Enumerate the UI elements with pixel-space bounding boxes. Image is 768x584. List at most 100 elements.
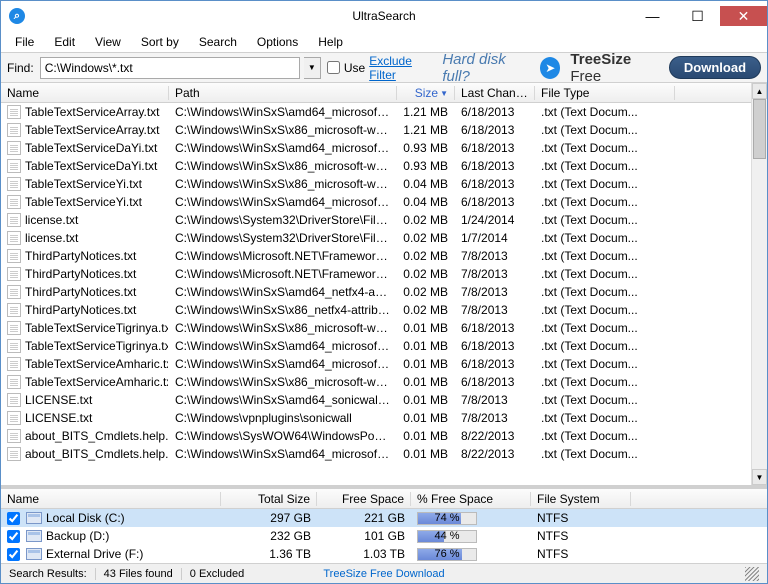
file-name: ThirdPartyNotices.txt [25, 267, 136, 281]
file-last-change: 6/18/2013 [455, 123, 535, 137]
table-row[interactable]: ThirdPartyNotices.txt C:\Windows\WinSxS\… [1, 301, 751, 319]
dcol-pct-free[interactable]: % Free Space [411, 492, 531, 506]
table-row[interactable]: TableTextServiceDaYi.txt C:\Windows\WinS… [1, 157, 751, 175]
find-toolbar: Find: ▼ Use Exclude Filter Hard disk ful… [1, 53, 767, 83]
table-row[interactable]: TableTextServiceDaYi.txt C:\Windows\WinS… [1, 139, 751, 157]
drive-file-system: NTFS [531, 547, 631, 561]
file-last-change: 7/8/2013 [455, 411, 535, 425]
col-last-change[interactable]: Last Change [455, 86, 535, 100]
promo-question: Hard disk full? [442, 51, 530, 85]
col-file-type[interactable]: File Type [535, 86, 675, 100]
table-row[interactable]: ThirdPartyNotices.txt C:\Windows\Microso… [1, 247, 751, 265]
drive-name: Backup (D:) [46, 529, 109, 543]
file-type: .txt (Text Docum... [535, 231, 675, 245]
file-type: .txt (Text Docum... [535, 267, 675, 281]
find-input[interactable] [40, 57, 300, 79]
file-path: C:\Windows\WinSxS\x86_microsoft-windows-… [169, 321, 397, 335]
vertical-scrollbar[interactable]: ▲ ▼ [751, 83, 767, 485]
menu-search[interactable]: Search [191, 33, 245, 51]
file-name: TableTextServiceTigrinya.txt [25, 321, 169, 335]
results-table[interactable]: Name Path Size▼ Last Change File Type Ta… [1, 83, 751, 485]
table-row[interactable]: license.txt C:\Windows\System32\DriverSt… [1, 229, 751, 247]
drive-checkbox[interactable] [7, 530, 20, 543]
file-icon [7, 267, 21, 281]
file-last-change: 8/22/2013 [455, 447, 535, 461]
file-name: license.txt [25, 231, 78, 245]
table-row[interactable]: TableTextServiceYi.txt C:\Windows\WinSxS… [1, 175, 751, 193]
file-name: LICENSE.txt [25, 411, 92, 425]
file-type: .txt (Text Docum... [535, 159, 675, 173]
file-icon [7, 141, 21, 155]
scroll-down-button[interactable]: ▼ [752, 469, 767, 485]
drive-row[interactable]: External Drive (F:) 1.36 TB 1.03 TB 76 %… [1, 545, 767, 563]
find-dropdown-button[interactable]: ▼ [304, 57, 321, 79]
resize-grip[interactable] [745, 567, 759, 581]
file-icon [7, 177, 21, 191]
col-size[interactable]: Size▼ [397, 86, 455, 100]
file-last-change: 6/18/2013 [455, 177, 535, 191]
use-label: Use [344, 61, 365, 75]
col-path[interactable]: Path [169, 86, 397, 100]
dcol-free-space[interactable]: Free Space [317, 492, 411, 506]
col-name[interactable]: Name [1, 86, 169, 100]
file-type: .txt (Text Docum... [535, 213, 675, 227]
table-row[interactable]: license.txt C:\Windows\System32\DriverSt… [1, 211, 751, 229]
file-path: C:\Windows\WinSxS\amd64_netfx4-attributi… [169, 285, 397, 299]
exclude-filter-link[interactable]: Exclude Filter [369, 54, 438, 82]
file-last-change: 6/18/2013 [455, 339, 535, 353]
file-type: .txt (Text Docum... [535, 177, 675, 191]
status-treesize-link[interactable]: TreeSize Free Download [323, 568, 444, 580]
menu-view[interactable]: View [87, 33, 129, 51]
drive-row[interactable]: Backup (D:) 232 GB 101 GB 44 % NTFS [1, 527, 767, 545]
dcol-file-system[interactable]: File System [531, 492, 631, 506]
file-icon [7, 195, 21, 209]
menu-help[interactable]: Help [310, 33, 351, 51]
drives-panel: Name Total Size Free Space % Free Space … [1, 488, 767, 563]
table-row[interactable]: about_BITS_Cmdlets.help.txt C:\Windows\S… [1, 427, 751, 445]
close-button[interactable]: ✕ [720, 6, 767, 26]
table-row[interactable]: TableTextServiceYi.txt C:\Windows\WinSxS… [1, 193, 751, 211]
drive-pct-free: 44 % [411, 529, 531, 543]
table-row[interactable]: TableTextServiceAmharic.txt C:\Windows\W… [1, 373, 751, 391]
table-row[interactable]: ThirdPartyNotices.txt C:\Windows\WinSxS\… [1, 283, 751, 301]
exclude-filter-checkbox[interactable] [327, 61, 340, 74]
menu-edit[interactable]: Edit [46, 33, 83, 51]
minimize-button[interactable]: — [630, 6, 675, 26]
table-row[interactable]: LICENSE.txt C:\Windows\WinSxS\amd64_soni… [1, 391, 751, 409]
table-row[interactable]: TableTextServiceTigrinya.txt C:\Windows\… [1, 319, 751, 337]
dcol-total-size[interactable]: Total Size [221, 492, 317, 506]
drive-checkbox[interactable] [7, 548, 20, 561]
drive-name: Local Disk (C:) [46, 511, 125, 525]
file-path: C:\Windows\vpnplugins\sonicwall [169, 411, 397, 425]
table-row[interactable]: TableTextServiceAmharic.txt C:\Windows\W… [1, 355, 751, 373]
menu-options[interactable]: Options [249, 33, 306, 51]
table-row[interactable]: TableTextServiceTigrinya.txt C:\Windows\… [1, 337, 751, 355]
file-icon [7, 249, 21, 263]
table-row[interactable]: TableTextServiceArray.txt C:\Windows\Win… [1, 103, 751, 121]
maximize-button[interactable]: ☐ [675, 6, 720, 26]
file-size: 0.93 MB [397, 159, 455, 173]
drive-row[interactable]: Local Disk (C:) 297 GB 221 GB 74 % NTFS [1, 509, 767, 527]
file-type: .txt (Text Docum... [535, 285, 675, 299]
menu-sort-by[interactable]: Sort by [133, 33, 187, 51]
scroll-thumb[interactable] [753, 99, 766, 159]
file-size: 1.21 MB [397, 123, 455, 137]
drive-checkbox[interactable] [7, 512, 20, 525]
scroll-up-button[interactable]: ▲ [752, 83, 767, 99]
file-icon [7, 447, 21, 461]
file-icon [7, 159, 21, 173]
file-size: 0.01 MB [397, 447, 455, 461]
table-row[interactable]: TableTextServiceArray.txt C:\Windows\Win… [1, 121, 751, 139]
table-row[interactable]: about_BITS_Cmdlets.help.txt C:\Windows\W… [1, 445, 751, 463]
table-row[interactable]: LICENSE.txt C:\Windows\vpnplugins\sonicw… [1, 409, 751, 427]
download-button[interactable]: Download [669, 56, 761, 79]
menu-file[interactable]: File [7, 33, 42, 51]
file-icon [7, 213, 21, 227]
file-path: C:\Windows\WinSxS\x86_microsoft-windows-… [169, 123, 397, 137]
table-row[interactable]: ThirdPartyNotices.txt C:\Windows\Microso… [1, 265, 751, 283]
dcol-name[interactable]: Name [1, 492, 221, 506]
file-icon [7, 123, 21, 137]
file-size: 0.93 MB [397, 141, 455, 155]
file-last-change: 7/8/2013 [455, 249, 535, 263]
file-size: 0.01 MB [397, 411, 455, 425]
